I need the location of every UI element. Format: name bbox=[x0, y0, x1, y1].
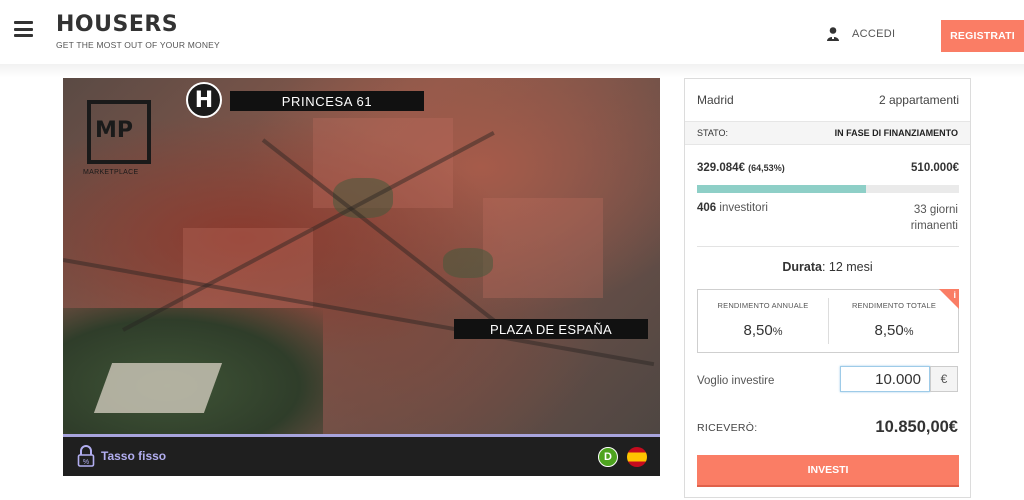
marketplace-label: MARKETPLACE bbox=[83, 169, 139, 176]
login-link[interactable]: ACCEDI bbox=[826, 26, 895, 42]
photo-green-patch bbox=[443, 248, 493, 278]
lock-percent-text: % bbox=[83, 459, 89, 466]
hamburger-menu-icon[interactable] bbox=[14, 21, 33, 37]
state-label: STATO: bbox=[697, 128, 729, 138]
address-label: PRINCESA 61 bbox=[230, 91, 424, 111]
raised-amount-group: 329.084€ (64,53%) bbox=[697, 162, 785, 174]
marketplace-badge: MP MARKETPLACE bbox=[79, 96, 159, 182]
register-button[interactable]: REGISTRATI bbox=[941, 20, 1024, 52]
lock-icon: % bbox=[77, 445, 95, 467]
logo-word: HOUSERS bbox=[56, 12, 179, 37]
top-header: HOUSERS GET THE MOST OUT OF YOUR MONEY A… bbox=[0, 0, 1024, 70]
total-return-value-row: 8,50% bbox=[829, 322, 959, 339]
raised-amount: 329.084€ bbox=[697, 162, 745, 174]
target-amount: 510.000€ bbox=[911, 162, 959, 174]
duration-label: Durata bbox=[782, 260, 822, 274]
info-corner-icon[interactable] bbox=[939, 289, 959, 309]
percent-unit: % bbox=[903, 326, 914, 338]
spain-flag-icon bbox=[627, 447, 647, 467]
receive-value: 10.850,00€ bbox=[875, 418, 958, 436]
invest-amount-label: Voglio investire bbox=[697, 375, 775, 387]
funding-progress-bar bbox=[697, 185, 959, 193]
duration-value: : 12 mesi bbox=[821, 260, 873, 274]
property-type: 2 appartamenti bbox=[878, 93, 959, 107]
user-icon bbox=[827, 27, 839, 41]
city-label: Madrid bbox=[697, 93, 734, 107]
funding-progress-fill bbox=[697, 185, 867, 193]
annual-return-value: 8,50 bbox=[743, 322, 773, 339]
state-value: IN FASE DI FINANZIAMENTO bbox=[834, 128, 958, 138]
landmark-label: PLAZA DE ESPAÑA bbox=[454, 319, 648, 339]
investors-label: investitori bbox=[719, 202, 768, 214]
annual-return: RENDIMENTO ANNUALE 8,50% bbox=[698, 290, 828, 352]
investors-count: 406 bbox=[697, 202, 717, 214]
days-remaining: 33 giorni rimanenti bbox=[910, 204, 958, 232]
annual-return-value-row: 8,50% bbox=[698, 322, 828, 339]
investors-count-row: 406 investitori bbox=[697, 202, 768, 214]
info-icon[interactable]: i bbox=[953, 290, 956, 300]
housers-h-logo: H bbox=[186, 82, 222, 118]
raised-percent: (64,53%) bbox=[748, 163, 785, 173]
housers-logo[interactable]: HOUSERS GET THE MOST OUT OF YOUR MONEY bbox=[56, 12, 220, 50]
receive-label: RICEVERÒ: bbox=[697, 422, 758, 434]
duration-row: Durata: 12 mesi bbox=[685, 260, 970, 274]
investment-card: Madrid 2 appartamenti STATO: IN FASE DI … bbox=[684, 78, 971, 498]
header-shadow bbox=[0, 64, 1024, 78]
total-return-value: 8,50 bbox=[874, 322, 904, 339]
annual-return-label: RENDIMENTO ANNUALE bbox=[717, 301, 809, 310]
returns-box: RENDIMENTO ANNUALE 8,50% RENDIMENTO TOTA… bbox=[697, 289, 959, 353]
logo-tagline: GET THE MOST OUT OF YOUR MONEY bbox=[56, 40, 220, 50]
photo-info-bar: % Tasso fisso D bbox=[63, 434, 660, 476]
divider bbox=[697, 246, 959, 247]
funding-amounts: 329.084€ (64,53%) 510.000€ bbox=[697, 162, 959, 174]
invest-button[interactable]: INVESTI bbox=[697, 455, 959, 487]
mp-text: MP bbox=[95, 118, 134, 143]
photo-block bbox=[483, 198, 603, 298]
rating-badge: D bbox=[598, 447, 618, 467]
invest-amount-input[interactable] bbox=[840, 366, 930, 392]
percent-unit: % bbox=[772, 326, 783, 338]
property-photo[interactable]: MP MARKETPLACE H PRINCESA 61 PLAZA DE ES… bbox=[63, 78, 660, 434]
rate-type-label: Tasso fisso bbox=[101, 449, 167, 463]
login-label: ACCEDI bbox=[852, 28, 896, 40]
currency-addon: € bbox=[930, 366, 958, 392]
photo-plaza-area bbox=[93, 363, 223, 413]
location-row: Madrid 2 appartamenti bbox=[697, 93, 959, 107]
state-row: STATO: IN FASE DI FINANZIAMENTO bbox=[685, 121, 970, 145]
